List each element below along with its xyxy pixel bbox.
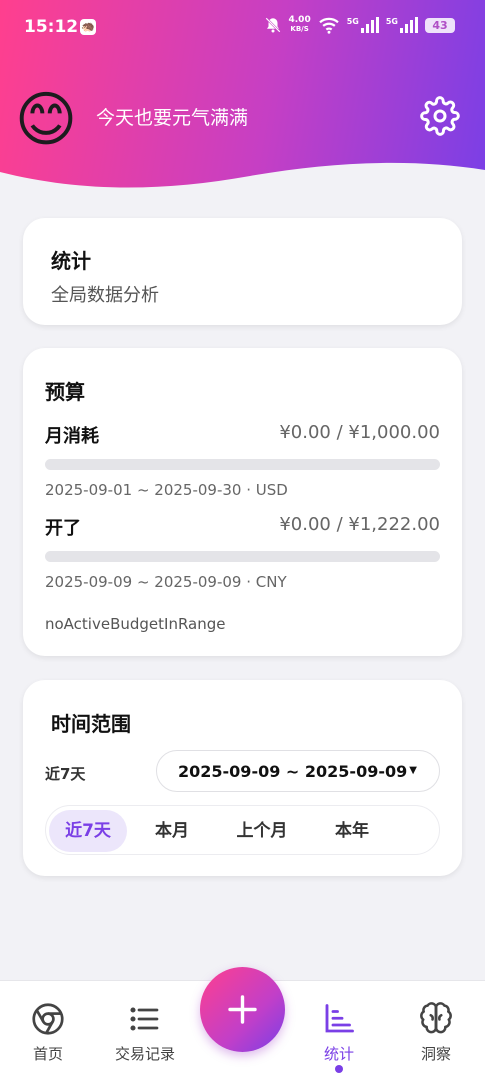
chrome-icon [32, 1003, 64, 1035]
nav-label-transactions: 交易记录 [114, 1045, 175, 1063]
budget-item-name: 开了 [45, 518, 81, 539]
list-icon [130, 1007, 159, 1031]
active-indicator-dot [335, 1065, 343, 1073]
nav-label-home: 首页 [32, 1045, 63, 1063]
nav-label-stats: 统计 [323, 1045, 354, 1063]
plus-icon [228, 995, 257, 1024]
budget-progress-bar [45, 459, 440, 470]
date-range-value: 2025-09-09 ~ 2025-09-09 [178, 762, 408, 781]
time-range-card: 时间范围 近7天 2025-09-09 ~ 2025-09-09 ▼ 近7天 本… [23, 680, 462, 876]
stats-title: 统计 [51, 249, 91, 273]
caret-down-icon: ▼ [409, 765, 417, 776]
stats-subtitle: 全局数据分析 [51, 285, 159, 306]
nav-item-insights[interactable]: 洞察 [391, 981, 481, 1080]
budget-item[interactable]: 开了 ¥0.00 / ¥1,222.00 2025-09-09 ~ 2025-0… [45, 514, 440, 594]
budget-item-name: 月消耗 [45, 426, 99, 447]
status-time: 15:12 [24, 17, 79, 37]
current-range-label: 近7天 [45, 765, 86, 783]
budget-item-amount: ¥0.00 / ¥1,222.00 [279, 514, 440, 535]
nav-item-home[interactable]: 首页 [3, 981, 93, 1080]
budget-item-amount: ¥0.00 / ¥1,000.00 [279, 422, 440, 443]
wifi-icon [318, 17, 339, 34]
budget-item[interactable]: 月消耗 ¥0.00 / ¥1,000.00 2025-09-01 ~ 2025-… [45, 422, 440, 502]
avatar[interactable]: 😊 [12, 86, 80, 154]
network-speed-unit: KB/S [290, 25, 309, 33]
stats-card: 统计 全局数据分析 [23, 218, 462, 325]
gear-icon [420, 96, 460, 136]
bar-chart-icon [325, 1004, 354, 1033]
header-wave [0, 162, 485, 210]
tab-last-7-days[interactable]: 近7天 [49, 810, 127, 852]
budget-title: 预算 [45, 380, 85, 404]
signal-1-label: 5G [346, 16, 359, 26]
battery-indicator: 43 [425, 17, 455, 33]
tab-this-month[interactable]: 本月 [134, 810, 210, 852]
settings-button[interactable] [420, 96, 460, 136]
greeting-text: 今天也要元气满满 [96, 107, 249, 129]
network-speed-value: 4.00 [288, 15, 311, 25]
signal-icon [360, 17, 379, 33]
nav-label-insights: 洞察 [420, 1045, 451, 1063]
nav-item-transactions[interactable]: 交易记录 [100, 981, 190, 1080]
signal-2-label: 5G [385, 16, 398, 26]
brain-icon [420, 1002, 452, 1034]
tab-this-year[interactable]: 本年 [314, 810, 390, 852]
status-icons: 4.00 KB/S 5G 5G 43 [264, 16, 455, 34]
budget-card: 预算 月消耗 ¥0.00 / ¥1,000.00 2025-09-01 ~ 20… [23, 348, 462, 656]
budget-item-meta: 2025-09-01 ~ 2025-09-30 · USD [45, 481, 288, 499]
quick-range-tabs: 近7天 本月 上个月 本年 [45, 805, 440, 855]
date-range-select[interactable]: 2025-09-09 ~ 2025-09-09 ▼ [156, 750, 440, 792]
budget-progress-bar [45, 551, 440, 562]
network-speed: 4.00 KB/S [289, 16, 311, 34]
nav-item-stats[interactable]: 统计 [294, 981, 384, 1080]
tab-last-month[interactable]: 上个月 [214, 810, 310, 852]
status-bar: 15:12 🦔 4.00 KB/S 5G 5G 43 [0, 0, 485, 56]
notification-app-icon: 🦔 [80, 19, 96, 35]
time-range-title: 时间范围 [51, 712, 131, 736]
add-transaction-button[interactable] [200, 967, 285, 1052]
budget-item-meta: 2025-09-09 ~ 2025-09-09 · CNY [45, 573, 287, 591]
bell-off-icon [264, 17, 281, 33]
no-active-budget-note: noActiveBudgetInRange [45, 615, 226, 633]
signal-icon [400, 17, 418, 33]
